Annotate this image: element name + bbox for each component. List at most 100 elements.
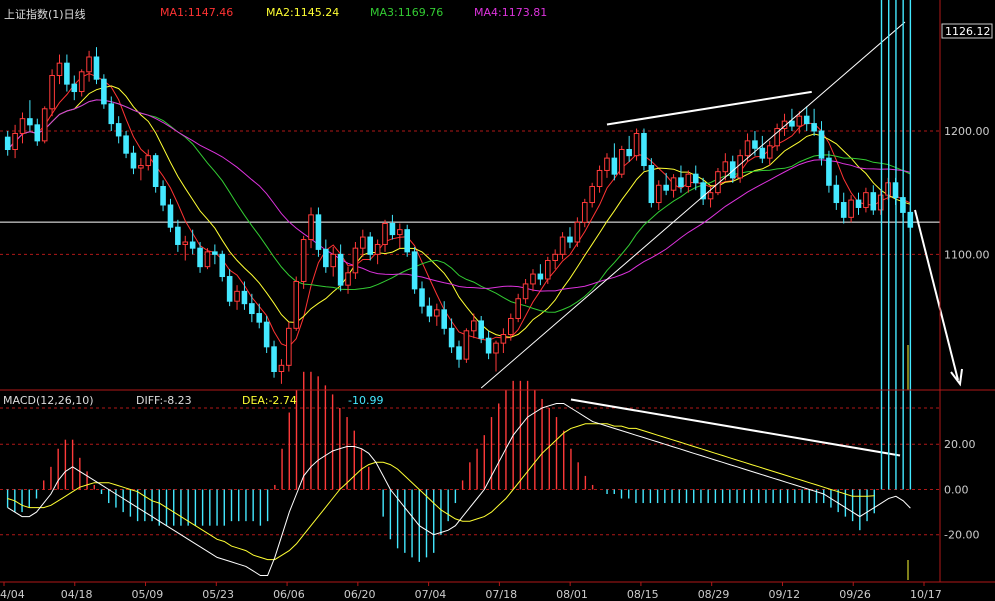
candle [826,150,832,193]
x-tick-label: 06/20 [344,588,376,601]
candle-body [870,192,877,211]
x-tick-label: 07/04 [415,588,447,601]
macd-tick-label: 20.00 [944,438,976,451]
candle-body [441,309,447,329]
candle-body [707,192,714,200]
candle-body [271,346,277,373]
candle [12,124,18,159]
candle-body [604,157,610,171]
candle-body [818,130,825,159]
candle [300,235,307,289]
candle-body [352,247,359,274]
x-tick-label: 4/04 [0,588,25,601]
candle-body [848,199,854,218]
candle [374,239,381,265]
ma1-readout: MA1:1147.46 [160,6,234,19]
candle [241,281,248,310]
candle [818,121,825,166]
candle [574,217,581,247]
candle-body [877,194,884,211]
candle-body [360,236,366,249]
candle-body [130,152,137,169]
candle-body [759,147,766,159]
macd-readout: -10.99 [348,394,384,407]
candle-body [323,248,329,268]
candle-body [212,251,218,255]
candle-body [330,253,337,268]
candle [145,149,152,171]
candle-body [93,56,100,80]
candle-body [175,226,181,245]
candle-body [855,199,862,208]
candle-body [101,78,107,105]
candle-body [626,149,632,157]
candle-body [655,184,662,204]
candle [655,180,662,210]
candle [330,246,337,277]
candle-body [803,115,810,125]
candle [544,256,551,284]
candle [130,145,137,175]
candle [500,328,507,353]
candle-body [567,236,573,243]
candle-body [515,298,521,319]
candle-body [27,118,33,126]
candle-body [471,320,477,332]
candle [589,182,595,208]
candle-body [71,83,78,93]
candle [41,106,48,144]
candle-body [404,229,411,253]
candle-body [811,123,817,132]
candle [219,250,226,282]
candle-body [537,273,544,280]
candle-body [278,364,285,373]
candle-body [641,132,647,167]
candle [870,185,877,215]
candle [648,158,655,208]
x-tick-label: 05/23 [202,588,234,601]
candle-body [263,321,270,348]
candle-body [4,136,11,151]
candle-body [500,334,507,344]
candle [559,232,566,260]
candle [515,293,521,323]
candle [360,229,366,257]
candle [389,214,396,240]
candle-body [796,115,803,127]
candle [663,172,669,196]
candle [293,276,300,331]
candle-body [618,149,625,175]
candle-body [426,305,433,317]
candle [833,175,840,210]
chart-title: 上证指数(1)日线 [4,8,86,21]
projection-arrow [914,209,959,381]
candle-body [397,229,403,236]
candle [115,116,122,144]
candle-body [744,140,751,157]
candle-body [256,313,263,323]
candle-body [315,214,322,250]
candle-body [737,155,743,179]
candle-body [41,108,48,142]
candle [456,340,462,368]
candle [167,198,174,233]
ma2-line [7,85,911,338]
candle [49,69,55,117]
candle [552,249,558,270]
candle [766,140,773,166]
candle [670,174,677,198]
x-tick-label: 08/29 [698,588,730,601]
x-tick-label: 04/18 [61,588,93,601]
candle [256,303,263,329]
candle-body [226,276,233,302]
stock-chart[interactable]: 1200.00 1100.00 1126.12 20.00 0.00 -20.00 4/04… [0,0,995,601]
candle-body [197,247,203,268]
candle [877,190,884,215]
candle-body [56,62,63,77]
candle-body [293,280,300,329]
candle [611,143,618,181]
candle-body [522,283,529,300]
candle-body [308,214,314,241]
candle [271,340,277,378]
candle-body [678,177,684,188]
